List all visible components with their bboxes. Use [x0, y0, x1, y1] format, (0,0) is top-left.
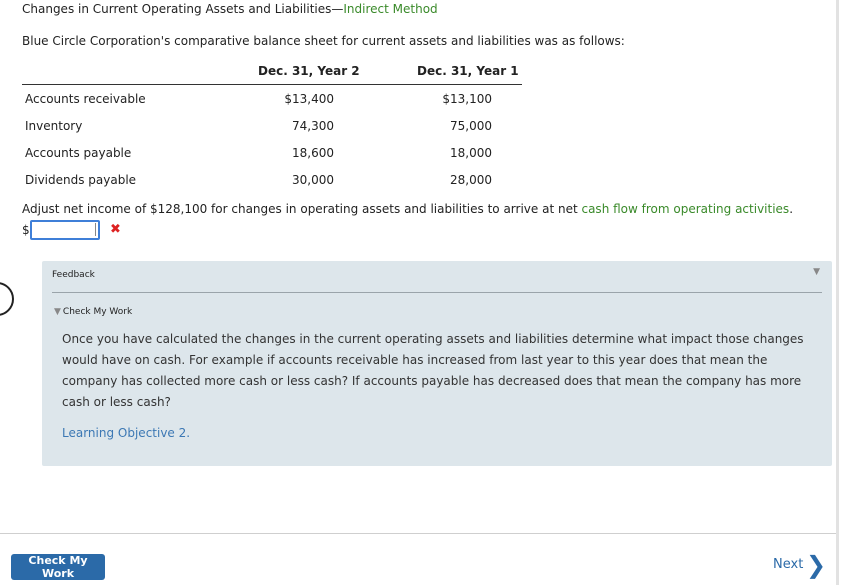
check-my-work-label: Check My Work [62, 307, 133, 317]
chevron-right-icon[interactable]: ❯ [806, 551, 826, 579]
side-circle-icon[interactable] [0, 282, 14, 316]
row-label-accounts-payable: Accounts payable [25, 146, 132, 160]
feedback-label: Feedback [52, 270, 95, 280]
feedback-text: Once you have calculated the changes in … [62, 332, 804, 409]
cell-accounts-receivable-year2: $13,400 [284, 92, 334, 106]
question-end: . [789, 202, 794, 216]
learning-objective-link[interactable]: Learning Objective 2. [62, 426, 190, 440]
cell-inventory-year1: 75,000 [450, 119, 492, 133]
feedback-panel: Feedback ▼ ▼ Check My Work Once you have … [42, 261, 832, 466]
cell-dividends-payable-year2: 30,000 [292, 173, 334, 187]
feedback-collapse-icon[interactable]: ▼ [813, 267, 820, 277]
cell-accounts-payable-year1: 18,000 [450, 146, 492, 160]
input-caret [95, 223, 96, 236]
footer-divider [0, 533, 836, 534]
glossary-link-cash-flow[interactable]: cash flow from operating activities [581, 202, 789, 216]
check-my-work-button[interactable]: Check My Work [11, 554, 105, 580]
cell-inventory-year2: 74,300 [292, 119, 334, 133]
table-header-divider [22, 84, 522, 85]
title-method: Indirect Method [343, 2, 438, 16]
cell-accounts-payable-year2: 18,600 [292, 146, 334, 160]
row-label-dividends-payable: Dividends payable [25, 173, 137, 187]
currency-symbol: $ [22, 223, 30, 237]
question-prompt: Adjust net income of $128,100 for change… [22, 202, 793, 216]
row-label-inventory: Inventory [25, 119, 83, 133]
intro-text: Blue Circle Corporation's comparative ba… [22, 34, 625, 48]
column-header-year1: Dec. 31, Year 1 [417, 64, 519, 78]
cell-accounts-receivable-year1: $13,100 [442, 92, 492, 106]
answer-input[interactable] [30, 220, 100, 240]
right-gutter [839, 0, 849, 585]
page-title: Changes in Current Operating Assets and … [22, 2, 438, 16]
row-label-accounts-receivable: Accounts receivable [25, 92, 146, 106]
title-main: Changes in Current Operating Assets and … [22, 2, 344, 16]
feedback-divider [52, 292, 822, 293]
next-link[interactable]: Next [773, 557, 803, 572]
cell-dividends-payable-year1: 28,000 [450, 173, 492, 187]
column-header-year2: Dec. 31, Year 2 [258, 64, 360, 78]
incorrect-x-icon: ✖ [110, 222, 121, 237]
question-text: Adjust net income of $128,100 for change… [22, 202, 582, 216]
triangle-down-icon: ▼ [54, 307, 61, 317]
check-my-work-toggle[interactable]: ▼ Check My Work [54, 307, 132, 317]
